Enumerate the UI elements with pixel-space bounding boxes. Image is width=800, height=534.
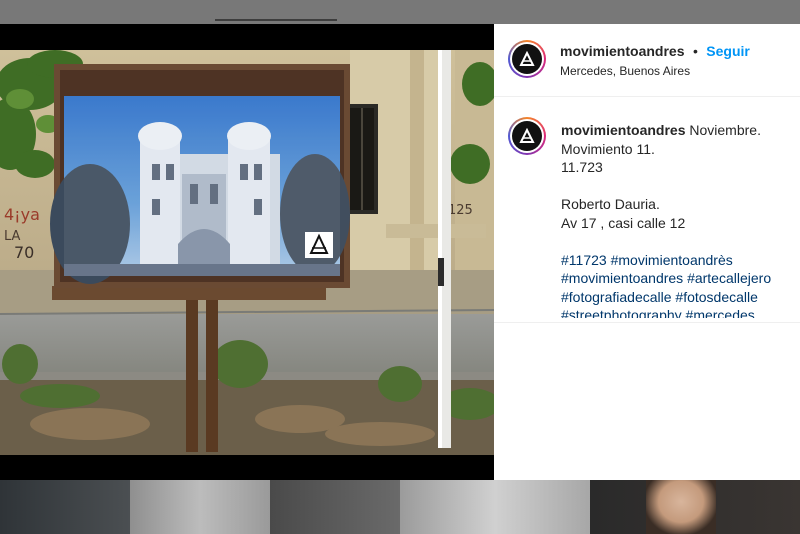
caption-text: Movimiento 11. [561, 140, 655, 157]
feed-thumbnail[interactable] [270, 480, 400, 534]
post-photo[interactable]: 4¡ya LA 70 125 [0, 24, 494, 480]
avatar[interactable] [508, 40, 546, 78]
username-link[interactable]: movimientoandres [560, 43, 684, 59]
hashtag-link[interactable]: #movimientoandrès [611, 252, 733, 268]
caption-text: Roberto Dauria. [561, 196, 660, 212]
hashtag-link[interactable]: #fotosdecalle [675, 289, 758, 305]
feed-thumbnail[interactable] [400, 480, 590, 534]
graffiti-text: 125 [448, 203, 473, 218]
background-divider [215, 19, 337, 21]
portrait-image [646, 480, 716, 534]
graffiti-text: 4¡ya [4, 205, 40, 224]
hashtag-link[interactable]: #movimientoandres [561, 270, 683, 286]
hashtag-link[interactable]: #mercedes [686, 307, 755, 318]
header-line: movimientoandres • Seguir [560, 43, 750, 61]
graffiti-text: LA [4, 229, 21, 244]
logo-a-icon [519, 128, 535, 143]
feed-thumbnail[interactable] [130, 480, 270, 534]
hashtag-link[interactable]: #11723 [561, 252, 607, 268]
post-modal: 4¡ya LA 70 125 movimientoandres • Seguir… [0, 24, 800, 480]
post-header: movimientoandres • Seguir Mercedes, Buen… [494, 24, 800, 97]
post-caption: movimientoandres Noviembre. Movimiento 1… [561, 121, 791, 318]
background-feed-strip [0, 480, 800, 534]
location-link[interactable]: Mercedes, Buenos Aires [560, 64, 690, 78]
feed-thumbnail[interactable] [590, 480, 800, 534]
caption-username[interactable]: movimientoandres [561, 122, 685, 138]
post-sidebar: movimientoandres • Seguir Mercedes, Buen… [494, 24, 800, 480]
graffiti-text: 70 [14, 243, 34, 262]
hashtag-link[interactable]: #artecallejero [687, 270, 771, 286]
avatar[interactable] [508, 117, 546, 155]
follow-button[interactable]: Seguir [706, 43, 750, 59]
caption-text: Noviembre. [689, 122, 761, 138]
hashtag-link[interactable]: #fotografiadecalle [561, 289, 672, 305]
logo-a-icon [519, 51, 535, 66]
caption-text: 11.723 [561, 159, 603, 175]
caption-divider [494, 322, 800, 323]
separator-dot: • [692, 43, 698, 59]
hashtag-link[interactable]: #streetphotography [561, 307, 682, 318]
feed-thumbnail[interactable] [0, 480, 130, 534]
caption-text: Av 17 , casi calle 12 [561, 214, 686, 231]
background-top-bar [0, 0, 800, 24]
